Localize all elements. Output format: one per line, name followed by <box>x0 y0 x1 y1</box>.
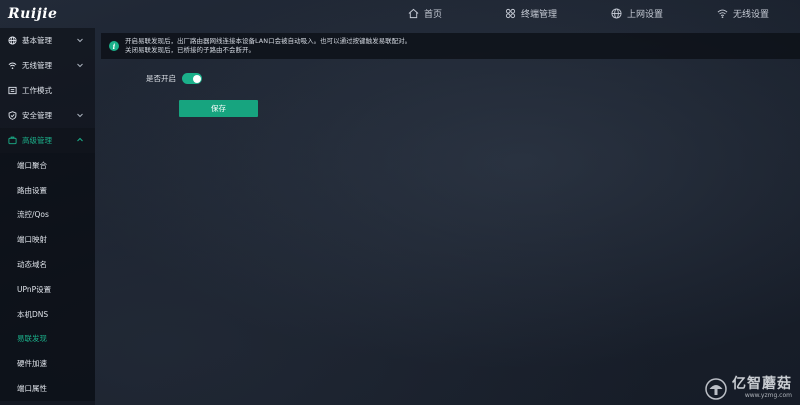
sidebar-item-local-dns[interactable]: 本机DNS <box>0 302 95 327</box>
mushroom-logo-icon <box>705 377 727 400</box>
notice-line-2: 关闭易联发现后，已桥接的子路由不会断开。 <box>125 46 255 54</box>
enable-toggle[interactable] <box>182 73 202 84</box>
home-icon <box>408 8 419 19</box>
sidebar-item-upnp[interactable]: UPnP设置 <box>0 277 95 302</box>
wifi-icon <box>717 9 728 18</box>
chevron-down-icon <box>77 63 83 68</box>
nav-wireless-label: 无线设置 <box>733 10 770 20</box>
globe-icon <box>8 36 17 45</box>
globe-icon <box>611 8 622 19</box>
notice-line-1: 开启易联发现后，出厂路由器网线连接本设备LAN口会被自动吸入。也可以通过按键触发… <box>125 37 412 45</box>
sidebar-item-hw-accel[interactable]: 硬件加速 <box>0 351 95 376</box>
sidebar: 基本管理 无线管理 工作模式 安全管理 高级管理 端口聚合 路由设置 流控/Qo… <box>0 28 95 405</box>
menu-group-wireless[interactable]: 无线管理 <box>0 53 95 78</box>
info-icon: i <box>109 41 119 51</box>
enable-label: 是否开启 <box>146 74 176 83</box>
menu-group-label: 工作模式 <box>22 86 52 95</box>
nav-home[interactable]: 首页 <box>408 7 442 20</box>
shield-icon <box>8 111 17 120</box>
nav-wireless[interactable]: 无线设置 <box>717 7 769 20</box>
nav-terminal[interactable]: 终端管理 <box>505 7 557 20</box>
nav-internet[interactable]: 上网设置 <box>611 7 663 20</box>
watermark-url: www.yzmg.com <box>744 392 792 399</box>
nav-terminal-label: 终端管理 <box>521 10 558 20</box>
mode-icon <box>8 86 17 95</box>
menu-group-workmode[interactable]: 工作模式 <box>0 78 95 103</box>
wifi-icon <box>8 61 17 70</box>
chevron-up-icon <box>77 137 83 142</box>
brand-logo[interactable]: Ruijie <box>8 6 57 22</box>
sidebar-item-ddns[interactable]: 动态域名 <box>0 252 95 277</box>
menu-group-advanced[interactable]: 高级管理 <box>0 128 95 153</box>
advanced-submenu: 端口聚合 路由设置 流控/Qos 端口映射 动态域名 UPnP设置 本机DNS … <box>0 153 95 401</box>
page-background <box>0 0 800 405</box>
sidebar-item-port-aggregation[interactable]: 端口聚合 <box>0 153 95 178</box>
menu-group-basic[interactable]: 基本管理 <box>0 28 95 53</box>
save-button[interactable]: 保存 <box>179 100 258 117</box>
advanced-icon <box>8 136 17 145</box>
menu-group-label: 基本管理 <box>22 36 52 45</box>
menu-group-label: 高级管理 <box>22 136 52 145</box>
nav-home-label: 首页 <box>424 10 443 20</box>
sidebar-item-qos[interactable]: 流控/Qos <box>0 203 95 228</box>
menu-group-label: 安全管理 <box>22 111 52 120</box>
grid-icon <box>505 8 516 19</box>
top-bar: Ruijie 首页 终端管理 上网设置 无线设置 <box>0 0 800 28</box>
watermark: 亿智蘑菇 www.yzmg.com <box>705 377 792 400</box>
enable-row: 是否开启 <box>146 73 202 84</box>
sidebar-item-routing[interactable]: 路由设置 <box>0 178 95 203</box>
chevron-down-icon <box>77 113 83 118</box>
sidebar-item-easylink[interactable]: 易联发现 <box>0 327 95 352</box>
watermark-title: 亿智蘑菇 <box>732 376 792 392</box>
menu-group-security[interactable]: 安全管理 <box>0 103 95 128</box>
sidebar-item-port-props[interactable]: 端口属性 <box>0 376 95 401</box>
toggle-knob <box>192 74 201 83</box>
notice-text: 开启易联发现后，出厂路由器网线连接本设备LAN口会被自动吸入。也可以通过按键触发… <box>125 37 411 55</box>
nav-internet-label: 上网设置 <box>627 10 664 20</box>
info-notice: i 开启易联发现后，出厂路由器网线连接本设备LAN口会被自动吸入。也可以通过按键… <box>101 33 800 59</box>
menu-group-label: 无线管理 <box>22 61 52 70</box>
sidebar-item-port-mapping[interactable]: 端口映射 <box>0 227 95 252</box>
chevron-down-icon <box>77 38 83 43</box>
